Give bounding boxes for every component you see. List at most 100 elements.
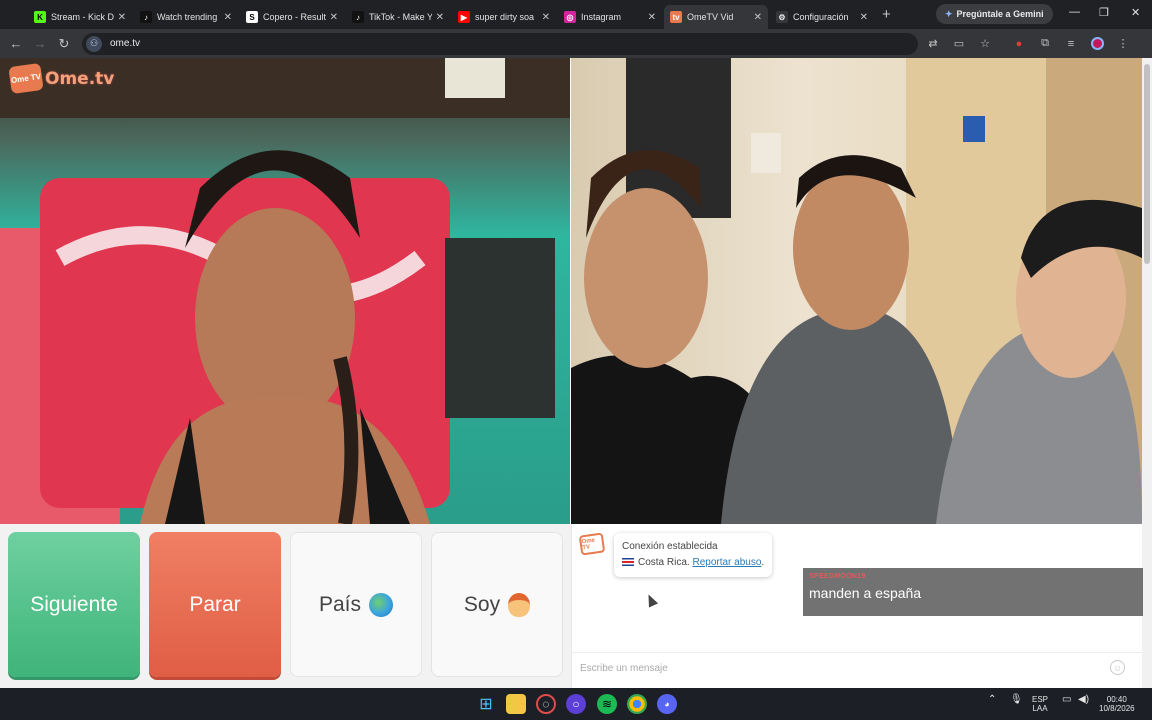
tab-favicon-icon: tv bbox=[670, 11, 682, 23]
forward-button[interactable]: → bbox=[28, 36, 52, 51]
overlay-username: SPEEDMOON19 bbox=[809, 573, 866, 580]
discord-icon[interactable]: ◕ bbox=[657, 694, 677, 714]
tab-close-icon[interactable]: ✕ bbox=[648, 12, 656, 23]
gemini-icon: ✦ bbox=[945, 8, 953, 19]
microphone-icon[interactable]: 🎙 bbox=[1010, 695, 1023, 705]
reload-button[interactable]: ↻ bbox=[52, 36, 76, 52]
stream-chat-overlay: SPEEDMOON19 manden a españa bbox=[803, 568, 1143, 616]
tab-title: Copero - Result bbox=[263, 12, 326, 22]
tab-title: Stream - Kick D bbox=[51, 12, 114, 22]
system-message: Conexión establecida Costa Rica. Reporta… bbox=[614, 533, 773, 577]
costa-rica-flag-icon bbox=[622, 558, 634, 567]
tab-title: Watch trending bbox=[157, 12, 218, 22]
browser-tab[interactable]: tv OmeTV Vid ✕ bbox=[664, 5, 768, 29]
input-divider bbox=[572, 652, 1143, 653]
bookmark-star-icon[interactable]: ☆ bbox=[974, 35, 996, 53]
tab-list: K Stream - Kick D ✕ ♪ Watch trending ✕ S Copero… bbox=[0, 0, 874, 29]
tab-favicon-icon: K bbox=[34, 11, 46, 23]
tab-title: super dirty soa bbox=[475, 12, 535, 22]
clock[interactable]: 00:40 10/8/2026 bbox=[1099, 695, 1135, 713]
gemini-button[interactable]: ✦ Pregúntale a Gemini bbox=[936, 4, 1053, 24]
tab-favicon-icon: S bbox=[246, 11, 258, 23]
tab-title: TikTok - Make Y bbox=[369, 12, 432, 22]
browser-tab[interactable]: ♪ Watch trending ✕ bbox=[134, 5, 238, 29]
browser-tab[interactable]: K Stream - Kick D ✕ bbox=[28, 5, 132, 29]
partner-country-line: Costa Rica. Reportar abuso. bbox=[622, 555, 764, 571]
menu-kebab-icon[interactable]: ⋮ bbox=[1112, 35, 1134, 53]
tab-title: Configuración bbox=[793, 12, 849, 22]
next-button[interactable]: Siguiente bbox=[8, 532, 140, 677]
extension-record-icon[interactable]: ● bbox=[1008, 35, 1030, 53]
back-button[interactable]: ← bbox=[4, 36, 28, 51]
maximize-icon[interactable]: ❐ bbox=[1099, 6, 1109, 19]
clock-date: 10/8/2026 bbox=[1099, 704, 1135, 713]
local-video-scene bbox=[0, 58, 570, 524]
reading-list-icon[interactable]: ≡ bbox=[1060, 35, 1082, 53]
url-text: ome.tv bbox=[110, 38, 141, 49]
logo-badge: Ome TV bbox=[8, 62, 44, 95]
tray-chevron-icon[interactable]: ⌃ bbox=[988, 695, 996, 705]
overlay-message: manden a españa bbox=[809, 585, 922, 601]
translate-icon[interactable]: ⇄ bbox=[922, 35, 944, 53]
browser-tab[interactable]: ⚙ Configuración ✕ bbox=[770, 5, 874, 29]
tab-close-icon[interactable]: ✕ bbox=[542, 12, 550, 23]
network-icon[interactable]: ▭ bbox=[1062, 695, 1071, 705]
logo-text: Ome.tv bbox=[45, 68, 115, 89]
remote-video bbox=[571, 58, 1142, 524]
scrollbar-thumb[interactable] bbox=[1144, 64, 1150, 264]
country-filter-button[interactable]: País bbox=[290, 532, 422, 677]
profile-avatar-icon[interactable] bbox=[1086, 35, 1108, 53]
control-panel: Siguiente Parar País Soy bbox=[0, 524, 571, 688]
file-explorer-icon[interactable] bbox=[506, 694, 526, 714]
message-input[interactable] bbox=[580, 658, 1100, 678]
spotify-icon[interactable]: ≋ bbox=[597, 694, 617, 714]
app-icon[interactable]: ◌ bbox=[536, 694, 556, 714]
ometv-avatar-icon: Ome TV bbox=[578, 532, 606, 556]
tab-close-icon[interactable]: ✕ bbox=[860, 12, 868, 23]
tab-close-icon[interactable]: ✕ bbox=[754, 12, 762, 23]
language-indicator[interactable]: ESP LAA bbox=[1032, 695, 1048, 713]
windows-start-icon[interactable]: ⊞ bbox=[476, 694, 496, 714]
gender-label: Soy bbox=[463, 592, 501, 616]
tab-title: OmeTV Vid bbox=[687, 12, 734, 22]
browser-tab[interactable]: ◎ Instagram ✕ bbox=[558, 5, 662, 29]
report-suffix: . bbox=[761, 557, 765, 568]
tab-close-icon[interactable]: ✕ bbox=[118, 12, 126, 23]
lang-bottom: LAA bbox=[1032, 704, 1048, 713]
globe-icon bbox=[369, 592, 394, 617]
tab-close-icon[interactable]: ✕ bbox=[436, 12, 444, 23]
stop-label: Parar bbox=[189, 592, 241, 616]
tab-favicon-icon: ◎ bbox=[564, 11, 576, 23]
emoji-picker-icon[interactable]: ☺ bbox=[1110, 660, 1125, 675]
stop-button[interactable]: Parar bbox=[149, 532, 281, 677]
tab-favicon-icon: ▶ bbox=[458, 11, 470, 23]
tab-close-icon[interactable]: ✕ bbox=[224, 12, 232, 23]
connection-status: Conexión establecida bbox=[622, 541, 718, 552]
tab-favicon-icon: ♪ bbox=[140, 11, 152, 23]
new-tab-button[interactable]: + bbox=[882, 6, 891, 23]
page-scrollbar[interactable] bbox=[1142, 58, 1152, 688]
browser-tab[interactable]: S Copero - Result ✕ bbox=[240, 5, 344, 29]
gender-filter-button[interactable]: Soy bbox=[431, 532, 563, 677]
windows-taskbar: ⊞ ◌ ○ ≋ ◕ ⌃ 🎙 ESP LAA ▭ ◀) 00:40 10/8/20… bbox=[0, 688, 1152, 720]
minimize-icon[interactable]: — bbox=[1069, 6, 1080, 18]
chrome-icon[interactable] bbox=[627, 694, 647, 714]
gemini-label: Pregúntale a Gemini bbox=[956, 9, 1044, 19]
browser-tab[interactable]: ▶ super dirty soa ✕ bbox=[452, 5, 556, 29]
tab-title: Instagram bbox=[581, 12, 622, 22]
volume-icon[interactable]: ◀) bbox=[1078, 695, 1089, 705]
site-info-icon[interactable]: ⚇ bbox=[86, 35, 102, 52]
report-abuse-link[interactable]: Reportar abuso bbox=[692, 557, 761, 568]
extensions-puzzle-icon[interactable]: ⧉ bbox=[1034, 35, 1056, 53]
local-video: Ome TV Ome.tv bbox=[0, 58, 570, 524]
browser-tab[interactable]: ♪ TikTok - Make Y ✕ bbox=[346, 5, 450, 29]
media-app-icon[interactable]: ○ bbox=[566, 694, 586, 714]
cast-icon[interactable]: ▭ bbox=[948, 35, 970, 53]
tab-favicon-icon: ⚙ bbox=[776, 11, 788, 23]
address-bar[interactable]: ⚇ ome.tv bbox=[82, 32, 918, 55]
mouse-cursor-icon bbox=[643, 592, 659, 608]
clock-time: 00:40 bbox=[1106, 695, 1127, 704]
tab-close-icon[interactable]: ✕ bbox=[330, 12, 338, 23]
close-icon[interactable]: ✕ bbox=[1131, 6, 1140, 19]
browser-toolbar: ← → ↻ ⚇ ome.tv ⇄ ▭ ☆ ● ⧉ ≡ ⋮ bbox=[0, 29, 1152, 58]
